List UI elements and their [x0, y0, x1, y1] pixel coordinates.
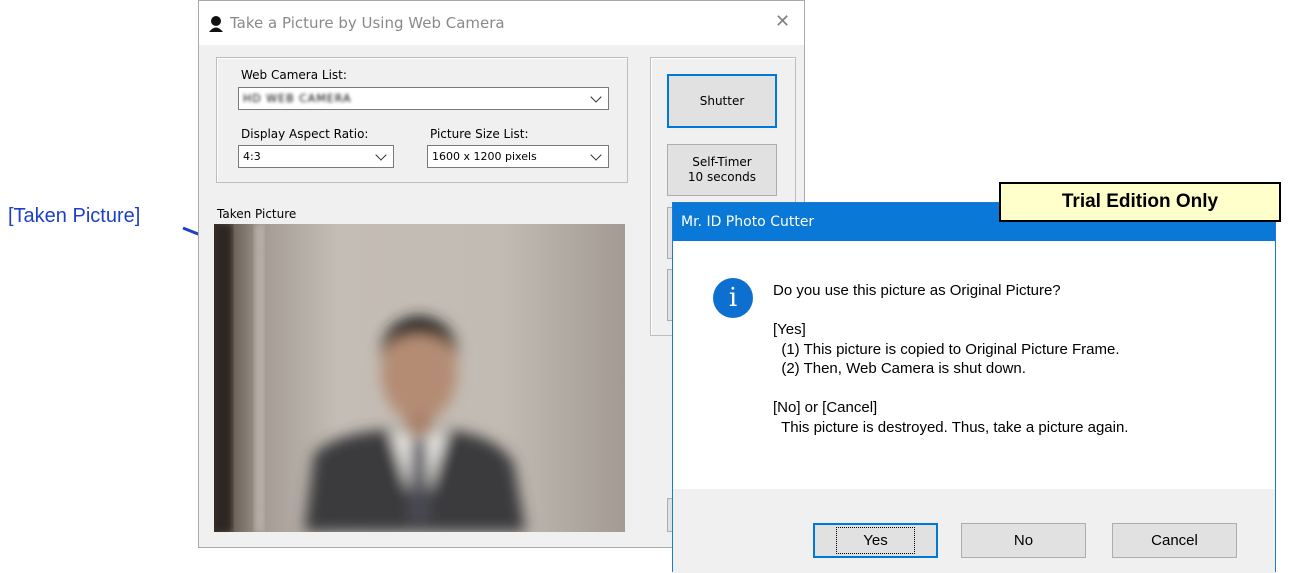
picture-size-list-select[interactable]: 1600 x 1200 pixels	[427, 145, 609, 168]
web-camera-list-value: HD WEB CAMERA	[243, 92, 352, 105]
dialog-title: Mr. ID Photo Cutter	[681, 214, 815, 230]
shutter-button[interactable]: Shutter	[667, 74, 777, 128]
close-icon[interactable]: ✕	[775, 11, 790, 32]
chevron-down-icon	[375, 149, 387, 161]
display-aspect-ratio-select[interactable]: 4:3	[238, 145, 394, 168]
chevron-down-icon	[590, 91, 602, 103]
person-icon	[207, 14, 225, 32]
picture-size-list-value: 1600 x 1200 pixels	[432, 150, 537, 163]
window-title: Take a Picture by Using Web Camera	[230, 14, 505, 32]
taken-picture-image	[214, 224, 625, 532]
web-camera-list-select[interactable]: HD WEB CAMERA	[238, 87, 609, 110]
taken-picture-label: Taken Picture	[217, 207, 297, 221]
no-button-label: No	[1013, 532, 1034, 549]
web-camera-list-label: Web Camera List:	[241, 68, 347, 82]
no-button[interactable]: No	[961, 523, 1086, 558]
self-timer-button[interactable]: Self-Timer 10 seconds	[667, 144, 777, 196]
taken-picture-annotation: [Taken Picture]	[8, 205, 141, 227]
chevron-down-icon	[590, 149, 602, 161]
yes-button-label: Yes	[836, 527, 915, 554]
blurred-person-image	[214, 224, 625, 532]
cancel-button-label: Cancel	[1151, 532, 1198, 549]
confirm-dialog: Mr. ID Photo Cutter i Do you use this pi…	[672, 202, 1276, 573]
display-aspect-ratio-label: Display Aspect Ratio:	[241, 127, 369, 141]
window-titlebar: Take a Picture by Using Web Camera ✕	[199, 1, 804, 45]
info-icon: i	[713, 278, 753, 318]
trial-edition-badge: Trial Edition Only	[999, 182, 1281, 222]
picture-size-list-label: Picture Size List:	[430, 127, 529, 141]
dialog-message: Do you use this picture as Original Pict…	[773, 282, 1129, 436]
self-timer-line2: 10 seconds	[687, 170, 757, 184]
display-aspect-ratio-value: 4:3	[243, 150, 261, 163]
cancel-button[interactable]: Cancel	[1112, 523, 1237, 558]
yes-button[interactable]: Yes	[813, 523, 938, 558]
self-timer-line1: Self-Timer	[692, 155, 752, 169]
